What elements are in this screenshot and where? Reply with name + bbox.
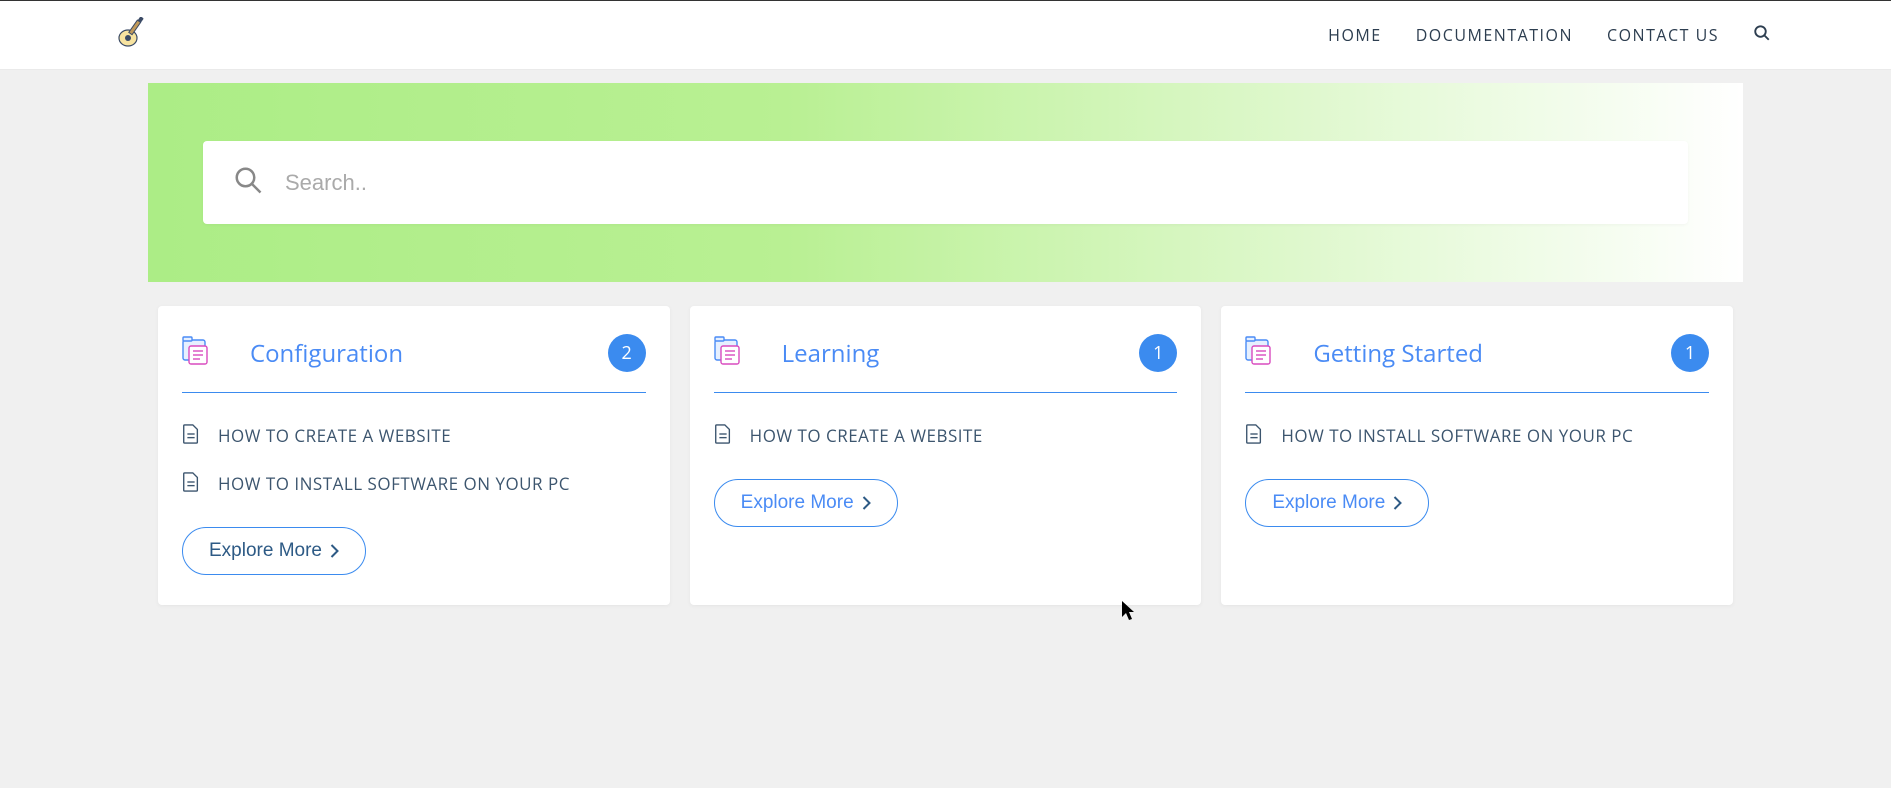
chevron-right-icon xyxy=(330,544,339,558)
count-badge: 1 xyxy=(1139,334,1177,372)
file-icon xyxy=(714,424,732,444)
article-link[interactable]: HOW TO CREATE A WEBSITE xyxy=(714,421,1178,451)
button-label: Explore More xyxy=(741,492,854,514)
article-title: HOW TO INSTALL SOFTWARE ON YOUR PC xyxy=(1281,421,1633,451)
search-input[interactable] xyxy=(285,170,1658,196)
explore-more-button[interactable]: Explore More xyxy=(182,527,366,575)
folder-file-icon xyxy=(714,336,742,371)
article-link[interactable]: HOW TO INSTALL SOFTWARE ON YOUR PC xyxy=(1245,421,1709,451)
nav: HOME DOCUMENTATION CONTACT US xyxy=(1328,24,1771,47)
card-title[interactable]: Getting Started xyxy=(1313,337,1483,370)
nav-documentation[interactable]: DOCUMENTATION xyxy=(1416,24,1573,46)
search-icon[interactable] xyxy=(1753,24,1771,47)
card-learning: Learning 1 HOW TO CREATE A WEBSITE Explo… xyxy=(690,306,1202,605)
button-label: Explore More xyxy=(1272,492,1385,514)
button-label: Explore More xyxy=(209,540,322,562)
nav-contact[interactable]: CONTACT US xyxy=(1607,24,1719,46)
article-title: HOW TO CREATE A WEBSITE xyxy=(218,421,451,451)
file-icon xyxy=(182,472,200,492)
explore-more-button[interactable]: Explore More xyxy=(714,479,898,527)
article-link[interactable]: HOW TO CREATE A WEBSITE xyxy=(182,421,646,451)
article-link[interactable]: HOW TO INSTALL SOFTWARE ON YOUR PC xyxy=(182,469,646,499)
card-header: Getting Started 1 xyxy=(1245,334,1709,393)
hero-search-section xyxy=(148,83,1743,282)
search-icon xyxy=(233,165,263,200)
count-badge: 1 xyxy=(1671,334,1709,372)
card-header: Configuration 2 xyxy=(182,334,646,393)
card-header: Learning 1 xyxy=(714,334,1178,393)
header: HOME DOCUMENTATION CONTACT US xyxy=(0,0,1891,70)
count-badge: 2 xyxy=(608,334,646,372)
article-title: HOW TO CREATE A WEBSITE xyxy=(750,421,983,451)
card-getting-started: Getting Started 1 HOW TO INSTALL SOFTWAR… xyxy=(1221,306,1733,605)
search-box[interactable] xyxy=(203,141,1688,224)
card-title[interactable]: Learning xyxy=(782,337,880,370)
folder-file-icon xyxy=(182,336,210,371)
card-configuration: Configuration 2 HOW TO CREATE A WEBSITE … xyxy=(158,306,670,605)
explore-more-button[interactable]: Explore More xyxy=(1245,479,1429,527)
article-title: HOW TO INSTALL SOFTWARE ON YOUR PC xyxy=(218,469,570,499)
guitar-icon xyxy=(115,17,147,49)
chevron-right-icon xyxy=(862,496,871,510)
nav-home[interactable]: HOME xyxy=(1328,24,1382,46)
logo[interactable] xyxy=(115,17,147,54)
file-icon xyxy=(1245,424,1263,444)
category-cards: Configuration 2 HOW TO CREATE A WEBSITE … xyxy=(148,306,1743,605)
card-title[interactable]: Configuration xyxy=(250,337,403,370)
folder-file-icon xyxy=(1245,336,1273,371)
file-icon xyxy=(182,424,200,444)
chevron-right-icon xyxy=(1393,496,1402,510)
